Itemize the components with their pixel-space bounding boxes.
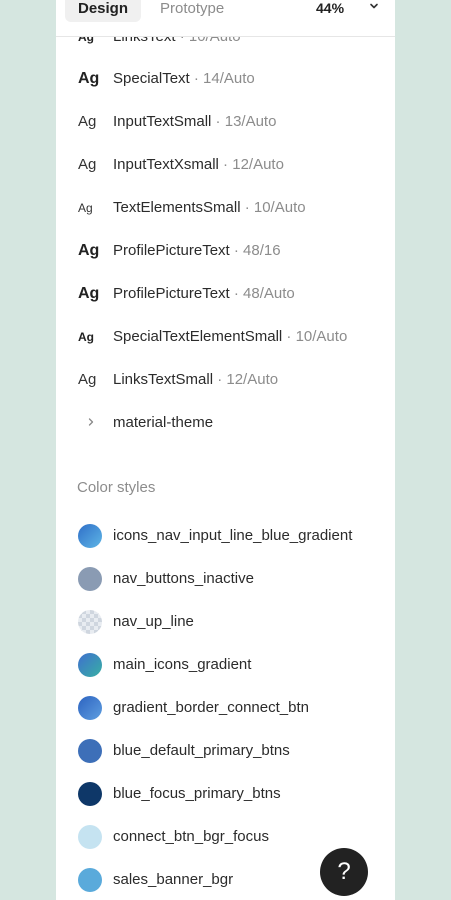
color-style-label: nav_up_line <box>113 613 194 630</box>
color-swatch <box>78 523 102 548</box>
text-style-sample: Ag <box>78 113 97 130</box>
color-style-row[interactable]: gradient_border_connect_btn <box>56 686 395 729</box>
text-style-sample: Ag <box>78 156 97 173</box>
text-style-label: SpecialTextElementSmall · 10/Auto <box>113 328 348 345</box>
text-style-label: LinksTextSmall · 12/Auto <box>113 371 279 388</box>
panel-tabs: Design Prototype 44% <box>56 0 395 37</box>
tab-design[interactable]: Design <box>65 0 141 22</box>
text-style-label: InputTextXsmall · 12/Auto <box>113 156 284 173</box>
text-style-row[interactable]: Ag SpecialText · 14/Auto <box>56 57 395 100</box>
design-panel: Design Prototype 44% Ag LinksText · 10/A… <box>56 0 395 900</box>
text-style-row[interactable]: Ag LinksTextSmall · 12/Auto <box>56 358 395 401</box>
color-swatch <box>78 781 102 806</box>
color-style-row[interactable]: icons_nav_input_line_blue_gradient <box>56 514 395 557</box>
chevron-down-icon[interactable] <box>368 0 380 12</box>
text-style-sample: Ag <box>78 371 97 388</box>
color-style-row[interactable]: nav_buttons_inactive <box>56 557 395 600</box>
color-style-row[interactable]: blue_default_primary_btns <box>56 729 395 772</box>
zoom-level[interactable]: 44% <box>316 0 344 21</box>
tab-prototype[interactable]: Prototype <box>160 0 224 21</box>
color-style-label: sales_banner_bgr <box>113 871 234 888</box>
text-style-row[interactable]: Ag TextElementsSmall · 10/Auto <box>56 186 395 229</box>
text-style-label: TextElementsSmall · 10/Auto <box>113 199 306 216</box>
color-swatch <box>78 824 102 849</box>
color-swatch <box>78 738 102 763</box>
text-style-row[interactable]: Ag SpecialTextElementSmall · 10/Auto <box>56 315 395 358</box>
color-style-label: blue_focus_primary_btns <box>113 785 281 802</box>
text-style-label: SpecialText · 14/Auto <box>113 70 255 87</box>
text-style-sample: Ag <box>78 200 93 215</box>
section-title-color-styles: Color styles <box>77 479 156 496</box>
text-style-sample: Ag <box>78 241 100 259</box>
color-style-label: gradient_border_connect_btn <box>113 699 309 716</box>
color-swatch <box>78 566 102 591</box>
color-swatch <box>78 609 102 634</box>
chevron-right-icon[interactable] <box>86 416 96 428</box>
style-group-material-theme[interactable]: material-theme <box>56 401 395 444</box>
group-label: material-theme <box>113 414 214 431</box>
text-style-label: ProfilePictureText · 48/16 <box>113 242 281 259</box>
color-style-label: icons_nav_input_line_blue_gradient <box>113 527 353 544</box>
text-style-sample: Ag <box>78 284 100 302</box>
color-swatch <box>78 867 102 892</box>
text-style-row[interactable]: Ag InputTextSmall · 13/Auto <box>56 100 395 143</box>
color-style-row[interactable]: nav_up_line <box>56 600 395 643</box>
color-swatch <box>78 652 102 677</box>
text-style-sample: Ag <box>78 329 94 344</box>
text-style-row[interactable]: Ag InputTextXsmall · 12/Auto <box>56 143 395 186</box>
text-style-label: InputTextSmall · 13/Auto <box>113 113 277 130</box>
text-style-row[interactable]: Ag ProfilePictureText · 48/16 <box>56 229 395 272</box>
help-button[interactable]: ? <box>320 848 368 896</box>
color-swatch <box>78 695 102 720</box>
text-style-row[interactable]: Ag ProfilePictureText · 48/Auto <box>56 272 395 315</box>
color-style-row[interactable]: blue_focus_primary_btns <box>56 772 395 815</box>
color-style-row[interactable]: main_icons_gradient <box>56 643 395 686</box>
color-style-label: connect_btn_bgr_focus <box>113 828 269 845</box>
color-style-label: main_icons_gradient <box>113 656 252 673</box>
color-style-label: blue_default_primary_btns <box>113 742 290 759</box>
color-style-label: nav_buttons_inactive <box>113 570 254 587</box>
text-style-sample: Ag <box>78 69 100 87</box>
text-style-label: ProfilePictureText · 48/Auto <box>113 285 295 302</box>
